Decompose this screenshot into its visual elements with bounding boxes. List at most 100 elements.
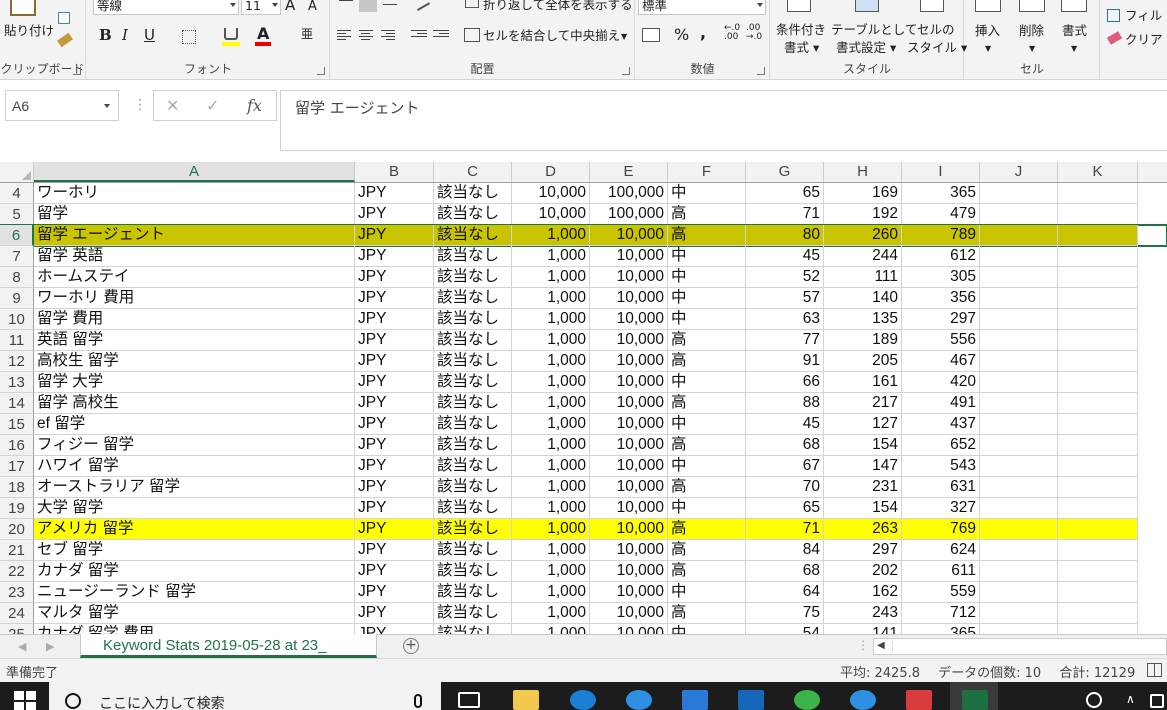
cell-d[interactable]: 1,000 <box>512 582 590 603</box>
chevron-down-icon[interactable]: ▼ <box>1029 40 1035 57</box>
cell-g[interactable]: 52 <box>746 267 824 288</box>
next-sheet-icon[interactable]: ▶ <box>46 640 54 653</box>
cell-k[interactable] <box>1058 561 1138 582</box>
cell-e[interactable]: 10,000 <box>590 435 668 456</box>
cell-f[interactable]: 中 <box>668 372 746 393</box>
cell-f[interactable]: 中 <box>668 309 746 330</box>
windows-start-icon[interactable] <box>14 691 36 710</box>
cell-j[interactable] <box>980 582 1058 603</box>
people-icon[interactable] <box>1086 692 1102 708</box>
wechat-icon[interactable] <box>794 690 820 710</box>
internet-explorer-icon[interactable] <box>626 690 652 710</box>
scroll-left-icon[interactable]: ◀ <box>877 640 885 651</box>
column-header-k[interactable]: K <box>1058 162 1138 182</box>
cell-i[interactable]: 611 <box>902 561 980 582</box>
cell-h[interactable]: 231 <box>824 477 902 498</box>
copy-icon[interactable] <box>58 12 70 24</box>
cell-g[interactable]: 67 <box>746 456 824 477</box>
cell-e[interactable]: 10,000 <box>590 309 668 330</box>
cell-d[interactable]: 1,000 <box>512 624 590 634</box>
cell-g[interactable]: 71 <box>746 204 824 225</box>
cell-c[interactable]: 該当なし <box>434 414 512 435</box>
row-header[interactable]: 12 <box>0 351 34 372</box>
cell-e[interactable]: 10,000 <box>590 582 668 603</box>
cell-b[interactable]: JPY <box>355 582 434 603</box>
cell-k[interactable] <box>1058 225 1138 246</box>
row-header[interactable]: 11 <box>0 330 34 351</box>
align-right-icon[interactable] <box>381 30 395 42</box>
task-view-icon[interactable] <box>458 692 480 708</box>
cell-c[interactable]: 該当なし <box>434 477 512 498</box>
cell-g[interactable]: 77 <box>746 330 824 351</box>
eraser-icon[interactable] <box>1106 31 1123 45</box>
cell-g[interactable]: 65 <box>746 498 824 519</box>
cell-e[interactable]: 10,000 <box>590 519 668 540</box>
cell-a[interactable]: 留学 費用 <box>34 309 355 330</box>
cell-b[interactable]: JPY <box>355 288 434 309</box>
cell-f[interactable]: 中 <box>668 267 746 288</box>
cell-h[interactable]: 244 <box>824 246 902 267</box>
cell-e[interactable]: 10,000 <box>590 603 668 624</box>
cell-h[interactable]: 169 <box>824 183 902 204</box>
formula-input[interactable]: 留学 エージェント <box>280 90 1167 151</box>
phonetic-icon[interactable]: 亜 <box>301 26 313 43</box>
cell-i[interactable]: 420 <box>902 372 980 393</box>
decrease-indent-icon[interactable] <box>411 30 427 39</box>
increase-decimal-button[interactable]: ←.0.00 <box>724 24 740 42</box>
cell-a[interactable]: ニュージーランド 留学 <box>34 582 355 603</box>
cell-j[interactable] <box>980 624 1058 634</box>
cell-h[interactable]: 147 <box>824 456 902 477</box>
cell-h[interactable]: 243 <box>824 603 902 624</box>
align-bottom-icon[interactable] <box>383 4 397 7</box>
cell-j[interactable] <box>980 393 1058 414</box>
chevron-down-icon[interactable]: ▼ <box>985 40 991 57</box>
cell-e[interactable]: 100,000 <box>590 204 668 225</box>
cell-c[interactable]: 該当なし <box>434 288 512 309</box>
cell-f[interactable]: 高 <box>668 330 746 351</box>
cell-h[interactable]: 127 <box>824 414 902 435</box>
cell-i[interactable]: 712 <box>902 603 980 624</box>
cell-c[interactable]: 該当なし <box>434 519 512 540</box>
percent-button[interactable]: % <box>674 26 689 43</box>
cell-a[interactable]: フィジー 留学 <box>34 435 355 456</box>
microphone-icon[interactable] <box>414 694 422 708</box>
worksheet-grid[interactable]: ABCDEFGHIJK 4 ワーホリ JPY 該当なし 10,000 100,000 中 65… <box>0 162 1167 634</box>
cell-f[interactable]: 中 <box>668 624 746 634</box>
cell-h[interactable]: 297 <box>824 540 902 561</box>
cell-h[interactable]: 189 <box>824 330 902 351</box>
cell-e[interactable]: 10,000 <box>590 477 668 498</box>
row-header[interactable]: 13 <box>0 372 34 393</box>
column-header-h[interactable]: H <box>824 162 902 182</box>
cell-a[interactable]: 大学 留学 <box>34 498 355 519</box>
cell-j[interactable] <box>980 540 1058 561</box>
conditional-format-sub[interactable]: 書式 ▾ <box>784 39 819 56</box>
cell-h[interactable]: 260 <box>824 225 902 246</box>
app-red-icon[interactable] <box>906 690 932 710</box>
prev-sheet-icon[interactable]: ◀ <box>18 640 26 653</box>
tray-icon[interactable] <box>1150 694 1164 708</box>
cell-f[interactable]: 高 <box>668 477 746 498</box>
cell-i[interactable]: 789 <box>902 225 980 246</box>
orientation-icon[interactable] <box>413 0 431 11</box>
grow-font-button[interactable]: A <box>285 0 295 14</box>
cell-a[interactable]: ホームステイ <box>34 267 355 288</box>
cell-styles-sub[interactable]: スタイル ▾ <box>907 39 967 56</box>
cell-d[interactable]: 1,000 <box>512 309 590 330</box>
fill-icon[interactable] <box>1107 9 1120 22</box>
cell-a[interactable]: オーストラリア 留学 <box>34 477 355 498</box>
cell-g[interactable]: 66 <box>746 372 824 393</box>
cell-j[interactable] <box>980 351 1058 372</box>
cell-f[interactable]: 高 <box>668 603 746 624</box>
cell-k[interactable] <box>1058 477 1138 498</box>
column-header-f[interactable]: F <box>668 162 746 182</box>
cell-j[interactable] <box>980 456 1058 477</box>
cell-i[interactable]: 556 <box>902 330 980 351</box>
cell-c[interactable]: 該当なし <box>434 603 512 624</box>
cell-h[interactable]: 217 <box>824 393 902 414</box>
cell-a[interactable]: ワーホリ <box>34 183 355 204</box>
horizontal-scrollbar[interactable]: ◀ <box>873 638 1167 655</box>
column-header-e[interactable]: E <box>590 162 668 182</box>
internet-explorer-2-icon[interactable] <box>850 690 876 710</box>
cell-a[interactable]: セブ 留学 <box>34 540 355 561</box>
cell-k[interactable] <box>1058 183 1138 204</box>
